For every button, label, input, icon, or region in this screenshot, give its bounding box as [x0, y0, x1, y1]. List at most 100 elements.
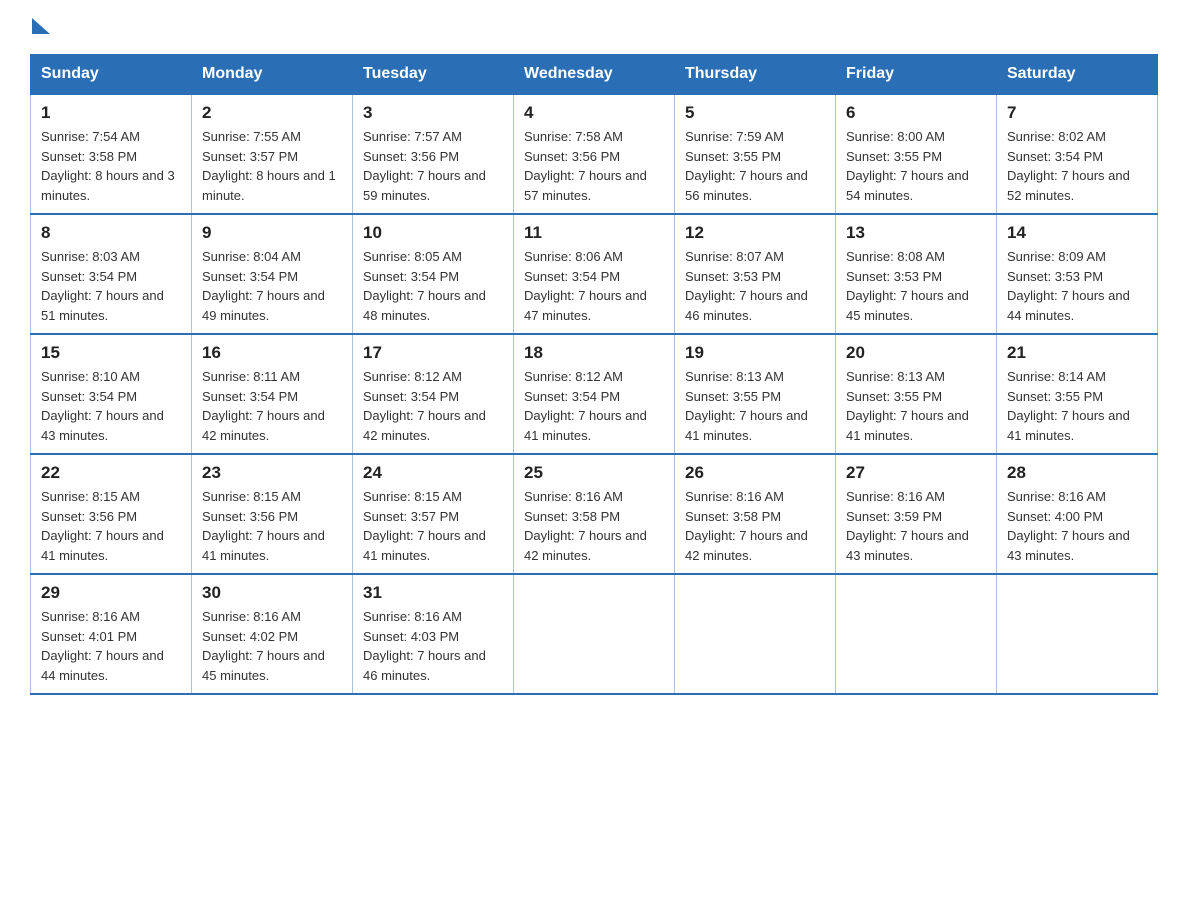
day-number: 26: [685, 463, 825, 483]
day-number: 13: [846, 223, 986, 243]
day-info: Sunrise: 8:07 AM Sunset: 3:53 PM Dayligh…: [685, 247, 825, 325]
calendar-cell: 20 Sunrise: 8:13 AM Sunset: 3:55 PM Dayl…: [836, 334, 997, 454]
calendar-cell: [836, 574, 997, 694]
calendar-cell: 14 Sunrise: 8:09 AM Sunset: 3:53 PM Dayl…: [997, 214, 1158, 334]
calendar-cell: 13 Sunrise: 8:08 AM Sunset: 3:53 PM Dayl…: [836, 214, 997, 334]
calendar-header-monday: Monday: [192, 55, 353, 95]
day-info: Sunrise: 7:59 AM Sunset: 3:55 PM Dayligh…: [685, 127, 825, 205]
logo-arrow-icon: [32, 18, 50, 34]
day-info: Sunrise: 8:16 AM Sunset: 4:03 PM Dayligh…: [363, 607, 503, 685]
calendar-header-friday: Friday: [836, 55, 997, 95]
day-info: Sunrise: 8:15 AM Sunset: 3:56 PM Dayligh…: [41, 487, 181, 565]
day-info: Sunrise: 8:14 AM Sunset: 3:55 PM Dayligh…: [1007, 367, 1147, 445]
calendar-cell: 10 Sunrise: 8:05 AM Sunset: 3:54 PM Dayl…: [353, 214, 514, 334]
calendar-week-1: 1 Sunrise: 7:54 AM Sunset: 3:58 PM Dayli…: [31, 94, 1158, 214]
day-number: 18: [524, 343, 664, 363]
day-number: 8: [41, 223, 181, 243]
day-info: Sunrise: 8:06 AM Sunset: 3:54 PM Dayligh…: [524, 247, 664, 325]
calendar-cell: 2 Sunrise: 7:55 AM Sunset: 3:57 PM Dayli…: [192, 94, 353, 214]
calendar-cell: 12 Sunrise: 8:07 AM Sunset: 3:53 PM Dayl…: [675, 214, 836, 334]
day-number: 23: [202, 463, 342, 483]
calendar-header-sunday: Sunday: [31, 55, 192, 95]
calendar-header-tuesday: Tuesday: [353, 55, 514, 95]
calendar-cell: 25 Sunrise: 8:16 AM Sunset: 3:58 PM Dayl…: [514, 454, 675, 574]
day-info: Sunrise: 7:57 AM Sunset: 3:56 PM Dayligh…: [363, 127, 503, 205]
calendar-cell: [997, 574, 1158, 694]
calendar-cell: 18 Sunrise: 8:12 AM Sunset: 3:54 PM Dayl…: [514, 334, 675, 454]
calendar-cell: 15 Sunrise: 8:10 AM Sunset: 3:54 PM Dayl…: [31, 334, 192, 454]
calendar-cell: 31 Sunrise: 8:16 AM Sunset: 4:03 PM Dayl…: [353, 574, 514, 694]
day-number: 20: [846, 343, 986, 363]
day-number: 2: [202, 103, 342, 123]
calendar-week-2: 8 Sunrise: 8:03 AM Sunset: 3:54 PM Dayli…: [31, 214, 1158, 334]
calendar-header-row: SundayMondayTuesdayWednesdayThursdayFrid…: [31, 55, 1158, 95]
day-number: 29: [41, 583, 181, 603]
day-number: 5: [685, 103, 825, 123]
day-info: Sunrise: 7:54 AM Sunset: 3:58 PM Dayligh…: [41, 127, 181, 205]
day-number: 19: [685, 343, 825, 363]
calendar-cell: 19 Sunrise: 8:13 AM Sunset: 3:55 PM Dayl…: [675, 334, 836, 454]
calendar-cell: 28 Sunrise: 8:16 AM Sunset: 4:00 PM Dayl…: [997, 454, 1158, 574]
calendar-cell: [675, 574, 836, 694]
calendar-cell: 27 Sunrise: 8:16 AM Sunset: 3:59 PM Dayl…: [836, 454, 997, 574]
calendar-cell: 16 Sunrise: 8:11 AM Sunset: 3:54 PM Dayl…: [192, 334, 353, 454]
day-number: 15: [41, 343, 181, 363]
calendar-cell: 24 Sunrise: 8:15 AM Sunset: 3:57 PM Dayl…: [353, 454, 514, 574]
day-info: Sunrise: 7:58 AM Sunset: 3:56 PM Dayligh…: [524, 127, 664, 205]
day-info: Sunrise: 8:16 AM Sunset: 3:58 PM Dayligh…: [685, 487, 825, 565]
calendar-cell: 3 Sunrise: 7:57 AM Sunset: 3:56 PM Dayli…: [353, 94, 514, 214]
day-info: Sunrise: 8:08 AM Sunset: 3:53 PM Dayligh…: [846, 247, 986, 325]
day-info: Sunrise: 8:12 AM Sunset: 3:54 PM Dayligh…: [363, 367, 503, 445]
day-number: 17: [363, 343, 503, 363]
calendar-header-thursday: Thursday: [675, 55, 836, 95]
header: [30, 20, 1158, 36]
calendar-week-3: 15 Sunrise: 8:10 AM Sunset: 3:54 PM Dayl…: [31, 334, 1158, 454]
calendar-header-wednesday: Wednesday: [514, 55, 675, 95]
day-number: 30: [202, 583, 342, 603]
day-info: Sunrise: 8:13 AM Sunset: 3:55 PM Dayligh…: [846, 367, 986, 445]
day-number: 24: [363, 463, 503, 483]
day-number: 10: [363, 223, 503, 243]
day-info: Sunrise: 8:12 AM Sunset: 3:54 PM Dayligh…: [524, 367, 664, 445]
day-info: Sunrise: 8:04 AM Sunset: 3:54 PM Dayligh…: [202, 247, 342, 325]
day-info: Sunrise: 8:16 AM Sunset: 3:58 PM Dayligh…: [524, 487, 664, 565]
logo: [30, 20, 50, 36]
calendar-cell: 8 Sunrise: 8:03 AM Sunset: 3:54 PM Dayli…: [31, 214, 192, 334]
day-number: 16: [202, 343, 342, 363]
calendar-week-5: 29 Sunrise: 8:16 AM Sunset: 4:01 PM Dayl…: [31, 574, 1158, 694]
day-number: 22: [41, 463, 181, 483]
calendar-cell: 5 Sunrise: 7:59 AM Sunset: 3:55 PM Dayli…: [675, 94, 836, 214]
calendar-cell: 9 Sunrise: 8:04 AM Sunset: 3:54 PM Dayli…: [192, 214, 353, 334]
day-info: Sunrise: 8:15 AM Sunset: 3:57 PM Dayligh…: [363, 487, 503, 565]
calendar-cell: 26 Sunrise: 8:16 AM Sunset: 3:58 PM Dayl…: [675, 454, 836, 574]
day-info: Sunrise: 8:15 AM Sunset: 3:56 PM Dayligh…: [202, 487, 342, 565]
day-number: 7: [1007, 103, 1147, 123]
day-number: 12: [685, 223, 825, 243]
day-info: Sunrise: 8:05 AM Sunset: 3:54 PM Dayligh…: [363, 247, 503, 325]
calendar-cell: 17 Sunrise: 8:12 AM Sunset: 3:54 PM Dayl…: [353, 334, 514, 454]
day-number: 11: [524, 223, 664, 243]
calendar-cell: 30 Sunrise: 8:16 AM Sunset: 4:02 PM Dayl…: [192, 574, 353, 694]
day-info: Sunrise: 8:16 AM Sunset: 4:00 PM Dayligh…: [1007, 487, 1147, 565]
day-info: Sunrise: 8:02 AM Sunset: 3:54 PM Dayligh…: [1007, 127, 1147, 205]
calendar-cell: 21 Sunrise: 8:14 AM Sunset: 3:55 PM Dayl…: [997, 334, 1158, 454]
day-info: Sunrise: 8:16 AM Sunset: 4:02 PM Dayligh…: [202, 607, 342, 685]
day-number: 27: [846, 463, 986, 483]
day-number: 3: [363, 103, 503, 123]
calendar-cell: 1 Sunrise: 7:54 AM Sunset: 3:58 PM Dayli…: [31, 94, 192, 214]
day-info: Sunrise: 8:00 AM Sunset: 3:55 PM Dayligh…: [846, 127, 986, 205]
day-info: Sunrise: 8:09 AM Sunset: 3:53 PM Dayligh…: [1007, 247, 1147, 325]
day-number: 31: [363, 583, 503, 603]
day-info: Sunrise: 8:16 AM Sunset: 3:59 PM Dayligh…: [846, 487, 986, 565]
day-info: Sunrise: 8:03 AM Sunset: 3:54 PM Dayligh…: [41, 247, 181, 325]
day-number: 9: [202, 223, 342, 243]
calendar-cell: 6 Sunrise: 8:00 AM Sunset: 3:55 PM Dayli…: [836, 94, 997, 214]
calendar-cell: [514, 574, 675, 694]
calendar-table: SundayMondayTuesdayWednesdayThursdayFrid…: [30, 54, 1158, 695]
day-number: 21: [1007, 343, 1147, 363]
day-info: Sunrise: 8:11 AM Sunset: 3:54 PM Dayligh…: [202, 367, 342, 445]
day-number: 4: [524, 103, 664, 123]
calendar-cell: 22 Sunrise: 8:15 AM Sunset: 3:56 PM Dayl…: [31, 454, 192, 574]
day-number: 28: [1007, 463, 1147, 483]
day-info: Sunrise: 8:10 AM Sunset: 3:54 PM Dayligh…: [41, 367, 181, 445]
